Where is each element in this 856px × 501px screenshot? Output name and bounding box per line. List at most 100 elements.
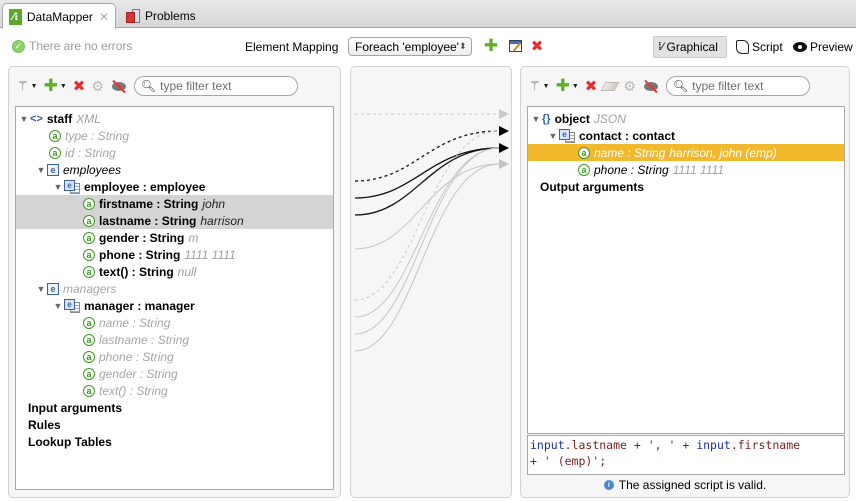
tree-row[interactable]: a text() : String null (16, 263, 333, 280)
mapping-connector[interactable] (354, 147, 500, 335)
tree-row[interactable]: a lastname : String (16, 331, 333, 348)
dropdown-caret-icon[interactable]: ▼ (31, 83, 38, 90)
mapping-connector[interactable] (354, 163, 500, 352)
script-token: .firstname (730, 438, 801, 452)
complex-element-icon: e (64, 179, 81, 194)
tree-row[interactable]: ▼{} object JSON (528, 110, 844, 127)
tree-row[interactable]: ▼ e employee : employee (16, 178, 333, 195)
tree-label: name : String (594, 145, 666, 160)
target-tree[interactable]: ▼{} object JSON ▼ e contact : contact a name : … (527, 106, 845, 434)
source-filter-input[interactable] (160, 79, 291, 93)
attribute-icon: a (83, 367, 95, 380)
expand-arrow-icon[interactable]: ▼ (52, 301, 64, 311)
tree-label: contact : contact (579, 128, 676, 143)
view-graphical-button[interactable]: ⁞⁄ Graphical (653, 36, 727, 58)
attribute-icon: a (83, 350, 95, 363)
mapping-connector[interactable] (354, 163, 500, 250)
script-token: input (696, 438, 731, 452)
script-editor[interactable]: input.lastname + ', ' + input.firstname … (527, 435, 845, 475)
add-icon[interactable]: ✚ (44, 77, 58, 94)
view-script-button[interactable]: Script (732, 36, 787, 58)
edit-mapping-button[interactable] (507, 38, 523, 54)
mapping-connections-panel (350, 66, 512, 498)
source-tree[interactable]: ▼ <> staff XML a type : String a id : String ▼ e e… (15, 106, 334, 490)
target-filter-input[interactable] (692, 79, 805, 93)
tab-label: Problems (145, 9, 196, 23)
expand-arrow-icon[interactable]: ▼ (35, 165, 47, 175)
expand-arrow-icon[interactable]: ▼ (530, 114, 542, 124)
tree-row[interactable]: a phone : String 1111 1111 (16, 246, 333, 263)
tree-row[interactable]: a lastname : String harrison (16, 212, 333, 229)
add-mapping-button[interactable]: ✚ (483, 37, 499, 54)
close-icon[interactable]: ✕ (99, 10, 109, 24)
tab-datamapper[interactable]: ⁄⁝ DataMapper ✕ (2, 3, 116, 29)
tree-row[interactable]: a gender : String m (16, 229, 333, 246)
dropdown-caret-icon[interactable]: ▼ (543, 83, 550, 90)
expand-arrow-icon[interactable]: ▼ (18, 114, 30, 124)
mapping-connector[interactable] (354, 130, 500, 301)
hide-unmapped-icon[interactable] (642, 79, 660, 94)
xml-icon: <> (30, 112, 43, 125)
tree-row[interactable]: a phone : String 1111 1111 (528, 161, 844, 178)
tree-label: managers (63, 281, 117, 296)
source-filter[interactable]: 🔍︎ (133, 76, 298, 96)
delete-icon[interactable]: ✖ (73, 77, 86, 95)
expand-arrow-icon[interactable]: ▼ (35, 284, 47, 294)
element-icon: e (47, 163, 59, 176)
tab-problems[interactable]: Problems (120, 3, 202, 29)
target-filter[interactable]: 🔍︎ (665, 76, 810, 96)
mapping-connector[interactable] (354, 147, 500, 216)
tree-row[interactable]: a gender : String (16, 365, 333, 382)
graphical-icon: ⁞⁄ (658, 41, 664, 53)
attribute-icon: a (83, 197, 95, 210)
expand-arrow-icon[interactable]: ▼ (547, 131, 559, 141)
tree-row[interactable]: a name : String harrison, john (emp) (528, 144, 844, 161)
wand-icon[interactable]: ⚚ (529, 78, 541, 94)
tree-label: phone : String (594, 162, 669, 177)
hide-unmapped-icon[interactable] (110, 79, 128, 94)
tree-section[interactable]: Rules (16, 416, 333, 433)
mapping-connector[interactable] (354, 130, 500, 182)
delete-mapping-button[interactable]: ✖ (529, 38, 545, 55)
tree-section[interactable]: Lookup Tables (16, 433, 333, 450)
delete-icon[interactable]: ✖ (585, 77, 598, 95)
script-line-2: + ' (emp)'; (530, 454, 607, 468)
dropdown-caret-icon[interactable]: ▼ (572, 83, 579, 90)
element-mapping-select[interactable]: Foreach 'employee' ⬍ (348, 37, 472, 56)
tree-label: text() : String (99, 383, 168, 398)
wand-icon[interactable]: ⚚ (17, 78, 29, 94)
gear-icon[interactable]: ⚙ (623, 78, 636, 95)
dropdown-caret-icon[interactable]: ▼ (60, 83, 67, 90)
eraser-icon[interactable] (600, 81, 620, 91)
expand-arrow-icon[interactable]: ▼ (52, 182, 64, 192)
source-toolbar: ⚚ ▼ ✚ ▼ ✖ ⚙ 🔍︎ (17, 76, 298, 96)
source-panel: ⚚▼ ✚▼ ✖ ⚙ 🔍︎ ▼<>staffXMLatype : Stringai… (8, 66, 341, 498)
view-preview-button[interactable]: Preview (789, 36, 856, 58)
check-icon: ✓ (12, 39, 25, 53)
attribute-icon: a (83, 316, 95, 329)
tree-value: john (202, 196, 226, 211)
gear-icon[interactable]: ⚙ (91, 78, 104, 95)
attribute-icon: a (83, 214, 95, 227)
tree-row[interactable]: a firstname : String john (16, 195, 333, 212)
tree-section[interactable]: Output arguments (528, 178, 844, 195)
tree-row[interactable]: a name : String (16, 314, 333, 331)
tree-label: phone : String (99, 349, 174, 364)
attribute-icon: a (83, 384, 95, 397)
tree-label: manager : manager (84, 298, 195, 313)
mapping-connector[interactable] (354, 147, 500, 199)
tree-row[interactable]: a phone : String (16, 348, 333, 365)
add-icon[interactable]: ✚ (556, 77, 570, 94)
tree-row[interactable]: a type : String (16, 127, 333, 144)
tree-row[interactable]: a text() : String (16, 382, 333, 399)
tree-row[interactable]: ▼ e managers (16, 280, 333, 297)
tree-value: harrison (200, 213, 244, 228)
tree-row[interactable]: ▼ e employees (16, 161, 333, 178)
tree-row[interactable]: ▼ e contact : contact (528, 127, 844, 144)
search-icon: 🔍︎ (672, 79, 689, 93)
tree-row[interactable]: a id : String (16, 144, 333, 161)
tree-section[interactable]: Input arguments (16, 399, 333, 416)
tree-row[interactable]: ▼ e manager : manager (16, 297, 333, 314)
info-icon: i (603, 480, 614, 490)
tree-row[interactable]: ▼ <> staff XML (16, 110, 333, 127)
